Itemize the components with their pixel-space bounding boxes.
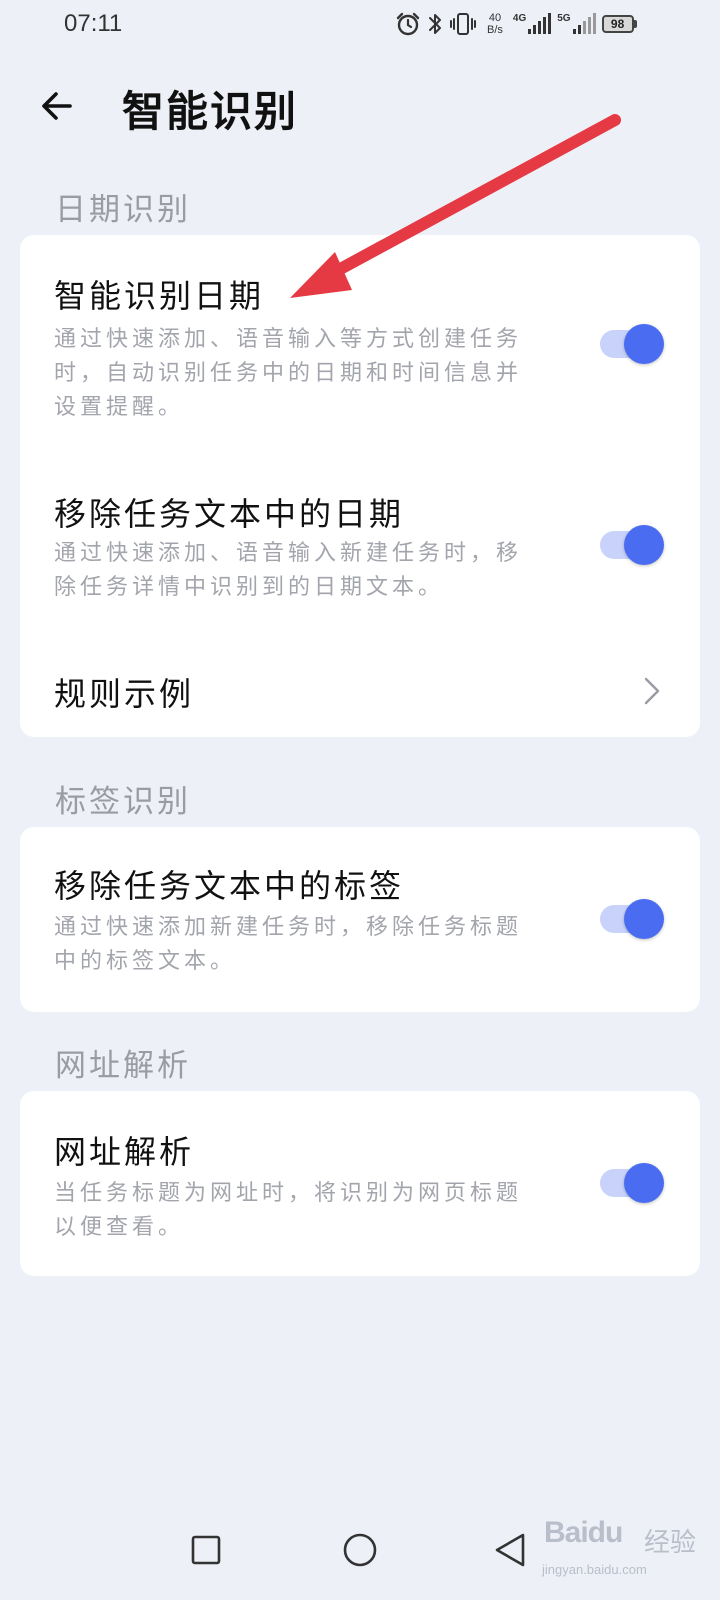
setting-description: 通过快速添加、语音输入新建任务时，移除任务详情中识别到的日期文本。 <box>54 541 523 600</box>
alarm-icon <box>395 11 421 37</box>
setting-title: 智能识别日期 <box>54 277 265 315</box>
back-triangle-icon <box>495 1533 525 1567</box>
home-button[interactable] <box>330 1520 390 1580</box>
watermark-brand: Baidu <box>544 1516 623 1549</box>
netspeed-value: 40 <box>488 12 502 24</box>
status-icons: 40 B/s 4G 5G 98 <box>395 8 637 40</box>
setting-title: 规则示例 <box>54 675 195 713</box>
sim1-label: 4G <box>512 13 527 24</box>
setting-description: 通过快速添加、语音输入等方式创建任务时，自动识别任务中的日期和时间信息并设置提醒… <box>54 327 523 420</box>
chevron-right-icon <box>644 677 660 705</box>
watermark-cn: 经验 <box>644 1528 697 1558</box>
sim2-label: 5G <box>557 13 571 24</box>
signal-icon-2: 5G <box>557 13 596 35</box>
page-title: 智能识别 <box>122 87 299 136</box>
setting-row-smart-date: 智能识别日期 通过快速添加、语音输入等方式创建任务时，自动识别任务中的日期和时间… <box>20 235 700 445</box>
signal-icon: 4G <box>512 13 552 35</box>
setting-row-remove-tag: 移除任务文本中的标签 通过快速添加新建任务时，移除任务标题中的标签文本。 <box>20 827 700 1012</box>
status-time: 07:11 <box>64 10 123 37</box>
recents-button[interactable] <box>176 1520 236 1580</box>
arrow-left-icon <box>42 92 72 120</box>
netspeed-unit: B/s <box>487 24 503 36</box>
network-speed: 40 B/s <box>487 12 503 36</box>
setting-title: 移除任务文本中的标签 <box>54 867 405 905</box>
setting-description: 当任务标题为网址时，将识别为网页标题以便查看。 <box>54 1181 523 1240</box>
battery-level: 98 <box>601 15 634 33</box>
toggle-smart-date[interactable] <box>598 323 668 365</box>
setting-title: 网址解析 <box>54 1133 195 1171</box>
bluetooth-icon <box>427 11 443 37</box>
toggle-url-parse[interactable] <box>598 1162 668 1204</box>
app-header: 智能识别 <box>0 60 720 150</box>
setting-description: 通过快速添加新建任务时，移除任务标题中的标签文本。 <box>54 915 523 974</box>
card-date: 智能识别日期 通过快速添加、语音输入等方式创建任务时，自动识别任务中的日期和时间… <box>20 235 700 737</box>
status-bar: 07:11 40 B/s 4G 5G 98 <box>0 0 720 50</box>
nav-back-button[interactable] <box>480 1520 540 1580</box>
watermark-url: jingyan.baidu.com <box>542 1562 647 1577</box>
section-label-url: 网址解析 <box>55 1048 191 1084</box>
battery-icon: 98 <box>601 15 637 33</box>
toggle-remove-date[interactable] <box>598 524 668 566</box>
section-label-date: 日期识别 <box>55 192 191 228</box>
toggle-remove-tag[interactable] <box>598 898 668 940</box>
home-circle-icon <box>343 1533 377 1567</box>
vibrate-icon <box>449 11 477 37</box>
section-label-tag: 标签识别 <box>55 784 191 820</box>
card-tag: 移除任务文本中的标签 通过快速添加新建任务时，移除任务标题中的标签文本。 <box>20 827 700 1012</box>
watermark: Baidu 经验 jingyan.baidu.com <box>540 1510 720 1600</box>
setting-row-remove-date: 移除任务文本中的日期 通过快速添加、语音输入新建任务时，移除任务详情中识别到的日… <box>20 465 700 625</box>
rule-examples-row[interactable]: 规则示例 <box>20 645 700 737</box>
card-url: 网址解析 当任务标题为网址时，将识别为网页标题以便查看。 <box>20 1091 700 1276</box>
setting-row-url-parse: 网址解析 当任务标题为网址时，将识别为网页标题以便查看。 <box>20 1091 700 1276</box>
back-button[interactable] <box>34 84 78 128</box>
recents-square-icon <box>191 1535 221 1565</box>
setting-title: 移除任务文本中的日期 <box>54 495 405 533</box>
